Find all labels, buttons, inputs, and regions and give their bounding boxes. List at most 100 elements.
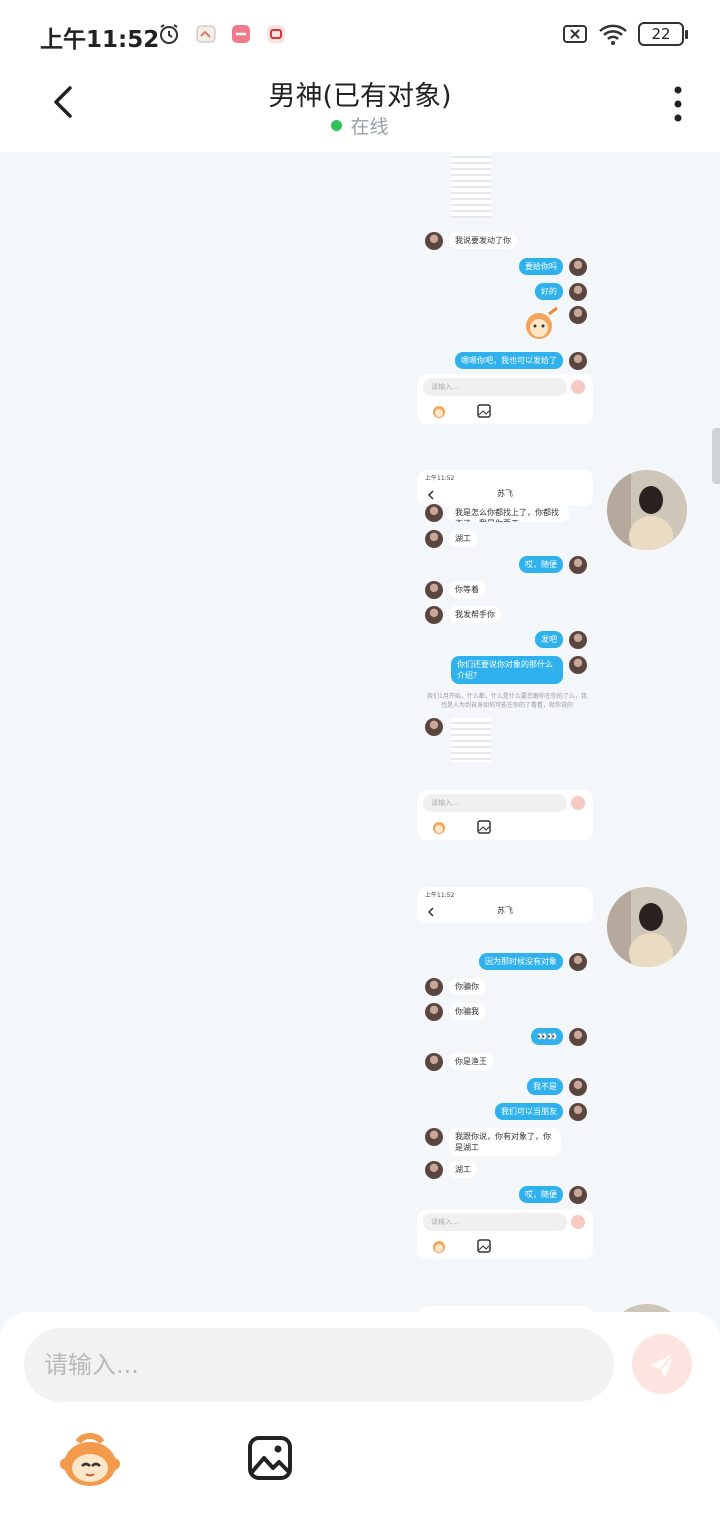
online-dot-icon	[331, 120, 343, 131]
list-item: 我跟你说，你有对象了，你是湖工	[425, 1128, 595, 1156]
monkey-sticker-icon	[526, 306, 558, 339]
list-item	[417, 306, 587, 340]
screenshot-message[interactable]: 上午11:52 苏飞 因为那时候没有对象 你骗你 你骗我 👀👀 你是渔王 我不是	[417, 887, 593, 1259]
monkey-sticker-icon[interactable]	[58, 1430, 122, 1490]
list-item: 嗯嗯你吧，我也可以发给了	[417, 352, 587, 370]
message-bubble-in: 我是怎么你都找上了，你都找不了，我是你要工	[449, 504, 569, 522]
message-bubble-out: 嗯嗯你吧，我也可以发给了	[455, 352, 563, 369]
app-notification-icon	[267, 25, 285, 43]
avatar	[425, 718, 443, 736]
list-item: 哎，随便	[417, 1186, 587, 1204]
avatar	[569, 306, 587, 324]
list-item: 我发帮手你	[425, 606, 595, 624]
send-icon	[571, 1215, 585, 1229]
avatar	[569, 1186, 587, 1204]
avatar	[569, 556, 587, 574]
nested-contact-name: 苏飞	[497, 906, 513, 915]
nested-status-bar: 上午11:52	[425, 892, 455, 899]
send-icon	[571, 380, 585, 394]
nested-screenshot-header: 上午11:52 苏飞	[417, 470, 593, 506]
screenshot-message[interactable]: 上午11:52 苏飞 我是怎么你都找上了，你都找不了，我是你要工 湖工 哎，随便…	[417, 470, 593, 842]
avatar[interactable]	[607, 470, 687, 550]
list-item: 你们还要说你对象的那什么介绍?	[417, 656, 587, 684]
avatar	[569, 656, 587, 674]
online-status-text: 在线	[350, 116, 389, 138]
avatar	[425, 978, 443, 996]
battery-level: 22	[638, 22, 688, 46]
screenshot-message[interactable]: 我说要发动了你 要给你吗 好的 嗯嗯你吧，我也可以发给了 请输入...	[417, 152, 593, 424]
avatar	[425, 530, 443, 548]
list-item: 湖工	[425, 1161, 595, 1179]
avatar[interactable]	[607, 887, 687, 967]
nested-input: 请输入...	[423, 794, 567, 812]
list-item: 因为那时候没有对象	[417, 953, 587, 971]
message-bubble-out: 要给你吗	[519, 258, 563, 275]
nested-screenshot-header: 上午11:52 苏飞	[417, 887, 593, 923]
avatar	[425, 581, 443, 599]
avatar[interactable]	[607, 1304, 687, 1312]
message-bubble-in: 我跟你说，你有对象了，你是湖工	[449, 1128, 561, 1156]
list-item: 你骗我	[425, 1003, 595, 1021]
nested-contact-name: 苏飞	[497, 489, 513, 498]
send-icon	[571, 796, 585, 810]
avatar	[425, 504, 443, 522]
message-bubble-out: 好的	[535, 283, 563, 300]
avatar	[569, 352, 587, 370]
avatar	[425, 1053, 443, 1071]
avatar	[425, 606, 443, 624]
app-notification-icon	[232, 25, 250, 43]
chat-messages[interactable]: 我说要发动了你 要给你吗 好的 嗯嗯你吧，我也可以发给了 请输入... 上午11…	[0, 152, 720, 1312]
avatar	[569, 1028, 587, 1046]
message-bubble-in: 湖工	[449, 1161, 477, 1178]
avatar	[425, 1003, 443, 1021]
message-bubble-out: 我们可以当朋友	[495, 1103, 563, 1120]
message-bubble-in: 我发帮手你	[449, 606, 501, 623]
list-item: 我们可以当朋友	[417, 1103, 587, 1121]
list-item: 👀👀	[417, 1028, 587, 1046]
message-input[interactable]	[24, 1328, 614, 1402]
message-bubble-out: 我不是	[527, 1078, 563, 1095]
list-item: 哎，随便	[417, 556, 587, 574]
nested-input: 请输入...	[423, 378, 567, 396]
image-icon	[477, 404, 491, 418]
monkey-sticker-icon	[433, 406, 445, 418]
list-item: 湖工	[425, 530, 595, 548]
message-bubble-out: 发吧	[535, 631, 563, 648]
system-note: 我们1月开始，什么都，什么是什么要您跟你在你的了么，我也是人为到自身如何可能在你…	[427, 693, 587, 709]
avatar	[425, 1161, 443, 1179]
composer	[0, 1312, 720, 1520]
avatar	[569, 1078, 587, 1096]
message-bubble-in: 我说要发动了你	[449, 232, 517, 249]
scrollbar[interactable]	[712, 428, 720, 484]
online-status: 在线	[0, 112, 720, 139]
nested-input: 请输入...	[423, 1213, 567, 1231]
nested-screenshot-image	[451, 152, 491, 218]
image-icon[interactable]	[246, 1434, 294, 1482]
nested-screenshot-image	[451, 718, 491, 762]
monkey-sticker-icon	[433, 822, 445, 834]
message-bubble-in: 你是渔王	[449, 1053, 493, 1070]
send-button[interactable]	[632, 1334, 692, 1394]
more-vertical-icon[interactable]	[670, 84, 686, 124]
avatar	[569, 953, 587, 971]
message-bubble-in: 你等着	[449, 581, 485, 598]
avatar	[569, 283, 587, 301]
sim-off-icon	[563, 25, 587, 43]
avatar	[425, 232, 443, 250]
list-item: 要给你吗	[417, 258, 587, 276]
nested-input-bar: 请输入...	[417, 1209, 593, 1259]
avatar-photo	[607, 887, 687, 967]
avatar-photo	[607, 1304, 687, 1312]
message-bubble-in: 你骗你	[449, 978, 485, 995]
nested-status-bar: 上午11:52	[425, 475, 455, 482]
list-item: 好的	[417, 283, 587, 301]
avatar	[569, 631, 587, 649]
status-time: 上午11:52	[40, 27, 160, 53]
list-item: 我说要发动了你	[425, 232, 595, 250]
avatar-photo	[607, 470, 687, 550]
list-item: 发吧	[417, 631, 587, 649]
avatar	[425, 1128, 443, 1146]
contact-name: 男神(已有对象)	[268, 81, 452, 112]
message-input-wrapper[interactable]	[24, 1328, 614, 1402]
chat-header: 男神(已有对象) 在线	[0, 68, 720, 152]
